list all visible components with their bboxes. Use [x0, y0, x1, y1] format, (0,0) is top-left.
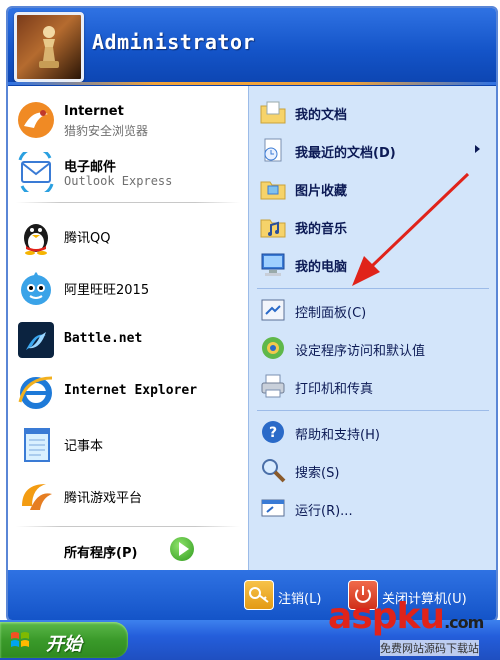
- right-panel: 我的文档 我最近的文档(D) 图片收藏 我的音乐 我的电脑 控制面板(C) 设定…: [248, 86, 496, 570]
- tencent-games-icon: [22, 484, 52, 510]
- pinned-item-subtitle: 猎豹安全浏览器: [64, 124, 149, 138]
- recent-item-battlenet[interactable]: Battle.net: [8, 314, 248, 366]
- place-my-pictures[interactable]: 图片收藏: [249, 170, 496, 206]
- recent-item-label: Internet Explorer: [64, 383, 198, 398]
- place-recent-documents[interactable]: 我最近的文档(D): [249, 132, 496, 168]
- computer-icon: [261, 253, 285, 276]
- place-label: 我的音乐: [295, 222, 348, 237]
- documents-folder-icon: [260, 101, 286, 124]
- watermark-caption: 免费网站源码下载站: [380, 640, 479, 656]
- user-avatar[interactable]: [14, 12, 84, 82]
- pinned-item-internet[interactable]: Internet 猎豹安全浏览器: [8, 94, 248, 146]
- site-watermark: aspku.com 免费网站源码下载站: [320, 596, 500, 660]
- system-label: 设定程序访问和默认值: [295, 344, 426, 359]
- start-menu: Administrator Internet 猎豹安全浏览器 电子邮件 Outl…: [6, 6, 498, 622]
- place-my-documents[interactable]: 我的文档: [249, 94, 496, 130]
- help-icon: ?: [262, 421, 284, 443]
- printer-icon: [261, 374, 285, 398]
- outlook-express-icon: [18, 152, 54, 192]
- place-label: 我的文档: [295, 108, 348, 123]
- right-divider: [257, 288, 489, 289]
- pictures-folder-icon: [260, 181, 286, 200]
- watermark-logo: aspku.com: [328, 596, 484, 637]
- system-program-defaults[interactable]: 设定程序访问和默认值: [249, 330, 496, 366]
- all-programs-label: 所有程序(P): [64, 546, 138, 561]
- recent-item-notepad[interactable]: 记事本: [8, 418, 248, 470]
- recent-item-label: Battle.net: [64, 331, 143, 346]
- start-menu-header: Administrator: [8, 8, 496, 86]
- recent-item-label: 记事本: [64, 439, 104, 454]
- all-programs-button[interactable]: 所有程序(P): [8, 532, 248, 568]
- recent-item-label: 腾讯游戏平台: [64, 491, 143, 506]
- system-label: 控制面板(C): [295, 306, 367, 321]
- qq-penguin-icon: [24, 224, 48, 255]
- help-label: 运行(R)...: [295, 504, 353, 519]
- user-name: Administrator: [92, 30, 256, 54]
- start-label: 开始: [46, 634, 82, 655]
- svg-text:?: ?: [269, 425, 277, 441]
- run[interactable]: 运行(R)...: [249, 490, 496, 526]
- recent-item-aliwangwang[interactable]: 阿里旺旺2015: [8, 262, 248, 314]
- internet-explorer-icon: [18, 376, 53, 409]
- pinned-item-subtitle: Outlook Express: [64, 174, 173, 188]
- search[interactable]: 搜索(S): [249, 452, 496, 488]
- help-label: 搜索(S): [295, 466, 340, 481]
- place-label: 图片收藏: [295, 184, 348, 199]
- system-printers[interactable]: 打印机和传真: [249, 368, 496, 404]
- place-label: 我最近的文档(D): [295, 146, 396, 161]
- run-icon: [261, 499, 285, 517]
- green-arrow-icon: [170, 537, 194, 561]
- control-panel-icon: [261, 299, 285, 321]
- pinned-item-title: Internet: [64, 104, 124, 119]
- key-icon: [244, 580, 274, 610]
- recent-item-label: 腾讯QQ: [64, 231, 111, 246]
- liebao-browser-icon: [18, 102, 54, 138]
- left-divider: [16, 526, 240, 527]
- search-icon: [262, 459, 286, 483]
- aliwangwang-icon: [21, 272, 51, 305]
- place-my-music[interactable]: 我的音乐: [249, 208, 496, 244]
- recent-item-qq[interactable]: 腾讯QQ: [8, 210, 248, 262]
- right-divider: [257, 410, 489, 411]
- help-and-support[interactable]: ? 帮助和支持(H): [249, 414, 496, 450]
- system-label: 打印机和传真: [295, 382, 374, 397]
- system-control-panel[interactable]: 控制面板(C): [249, 292, 496, 328]
- start-button[interactable]: 开始: [0, 622, 128, 658]
- place-label: 我的电脑: [295, 260, 348, 275]
- notepad-icon: [24, 428, 50, 462]
- recent-item-ie[interactable]: Internet Explorer: [8, 366, 248, 418]
- battlenet-icon: [18, 322, 54, 358]
- pinned-item-email[interactable]: 电子邮件 Outlook Express: [8, 146, 248, 198]
- left-panel: Internet 猎豹安全浏览器 电子邮件 Outlook Express 腾讯…: [8, 86, 248, 570]
- header-divider: [8, 82, 496, 85]
- program-defaults-icon: [262, 337, 284, 359]
- left-divider: [16, 202, 240, 203]
- chess-piece-icon: [39, 26, 59, 68]
- submenu-arrow-icon: [475, 145, 480, 153]
- pinned-item-title: 电子邮件: [64, 160, 117, 175]
- recent-documents-icon: [264, 138, 282, 162]
- recent-item-label: 阿里旺旺2015: [64, 283, 150, 298]
- music-folder-icon: [260, 219, 286, 238]
- recent-item-tencent-games[interactable]: 腾讯游戏平台: [8, 470, 248, 522]
- logoff-label: 注销(L): [278, 592, 322, 607]
- windows-flag-icon: [11, 632, 29, 647]
- place-my-computer[interactable]: 我的电脑: [249, 246, 496, 282]
- help-label: 帮助和支持(H): [295, 428, 380, 443]
